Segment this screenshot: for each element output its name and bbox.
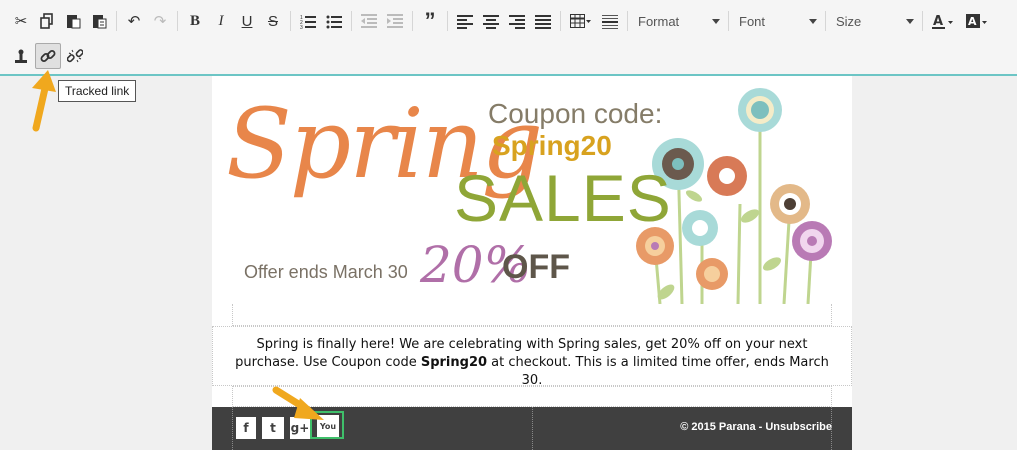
chevron-down-icon: [809, 18, 817, 24]
font-dropdown-label: Font: [739, 13, 766, 29]
text-color-icon[interactable]: A: [928, 8, 960, 34]
body-text-after: at checkout. This is a limited time offe…: [487, 355, 829, 388]
cut-icon[interactable]: ✂: [9, 8, 33, 34]
tooltip: Tracked link: [58, 80, 137, 102]
banner-offer-ends: Offer ends March 30: [244, 262, 408, 282]
strikethrough-icon[interactable]: S: [261, 8, 285, 34]
blockquote-icon[interactable]: ”: [418, 8, 442, 34]
toolbar-row-1: ✂ ↶ ↷ B I U S 123 ” Format Font Size A A: [8, 5, 995, 37]
svg-text:3: 3: [300, 25, 303, 29]
banner-off: OFF: [502, 248, 570, 286]
toolbar-separator: [412, 11, 413, 31]
editor-toolbar: ✂ ↶ ↷ B I U S 123 ” Format Font Size A A: [0, 0, 1017, 76]
toolbar-separator: [825, 11, 826, 31]
align-right-icon[interactable]: [505, 8, 529, 34]
italic-icon[interactable]: I: [209, 8, 233, 34]
toolbar-separator: [177, 11, 178, 31]
tooltip-text: Tracked link: [65, 84, 130, 98]
chevron-down-icon: [712, 18, 720, 24]
toolbar-separator: [728, 11, 729, 31]
coupon-code-text: Spring20: [420, 355, 488, 370]
svg-text:A: A: [968, 15, 977, 28]
unlink-icon[interactable]: [63, 43, 87, 69]
toolbar-separator: [351, 11, 352, 31]
justify-icon[interactable]: [531, 8, 555, 34]
banner-coupon-label: Coupon code:: [488, 98, 663, 129]
body-paragraph[interactable]: Spring is finally here! We are celebrati…: [232, 336, 832, 390]
size-dropdown-label: Size: [836, 13, 862, 29]
font-dropdown[interactable]: Font: [733, 9, 821, 33]
toolbar-separator: [290, 11, 291, 31]
indent-icon[interactable]: [383, 8, 407, 34]
copy-icon[interactable]: [35, 8, 59, 34]
banner-coupon-code: Spring20: [492, 130, 612, 161]
table-icon[interactable]: [566, 8, 596, 34]
numbered-list-icon[interactable]: 123: [296, 8, 320, 34]
format-dropdown[interactable]: Format: [632, 9, 724, 33]
format-dropdown-label: Format: [638, 13, 680, 29]
outdent-icon[interactable]: [357, 8, 381, 34]
toolbar-separator: [560, 11, 561, 31]
toolbar-separator: [116, 11, 117, 31]
copyright-unsubscribe[interactable]: © 2015 Parana - Unsubscribe: [680, 421, 832, 433]
annotation-arrow-icon: [32, 70, 56, 132]
svg-text:A: A: [933, 14, 943, 29]
background-color-icon[interactable]: A: [962, 8, 994, 34]
flower-icon: [738, 88, 782, 132]
toolbar-separator: [922, 11, 923, 31]
banner-sales: SALES: [454, 161, 672, 235]
spacer-block: [232, 304, 832, 326]
bold-icon[interactable]: B: [183, 8, 207, 34]
annotation-arrow-icon: [272, 386, 324, 420]
align-center-icon[interactable]: [479, 8, 503, 34]
paste-icon[interactable]: [61, 8, 85, 34]
undo-icon[interactable]: ↶: [122, 8, 146, 34]
align-left-icon[interactable]: [453, 8, 477, 34]
paste-text-icon[interactable]: [87, 8, 111, 34]
toolbar-separator: [447, 11, 448, 31]
size-dropdown[interactable]: Size: [830, 9, 918, 33]
bullet-list-icon[interactable]: [322, 8, 346, 34]
redo-icon[interactable]: ↷: [148, 8, 172, 34]
toolbar-separator: [627, 11, 628, 31]
facebook-icon[interactable]: f: [236, 417, 256, 439]
horizontal-rule-icon[interactable]: [598, 8, 622, 34]
banner-image: Spring Coupon code: Spring20 SALES Offer…: [212, 76, 852, 304]
chevron-down-icon: [906, 18, 914, 24]
underline-icon[interactable]: U: [235, 8, 259, 34]
